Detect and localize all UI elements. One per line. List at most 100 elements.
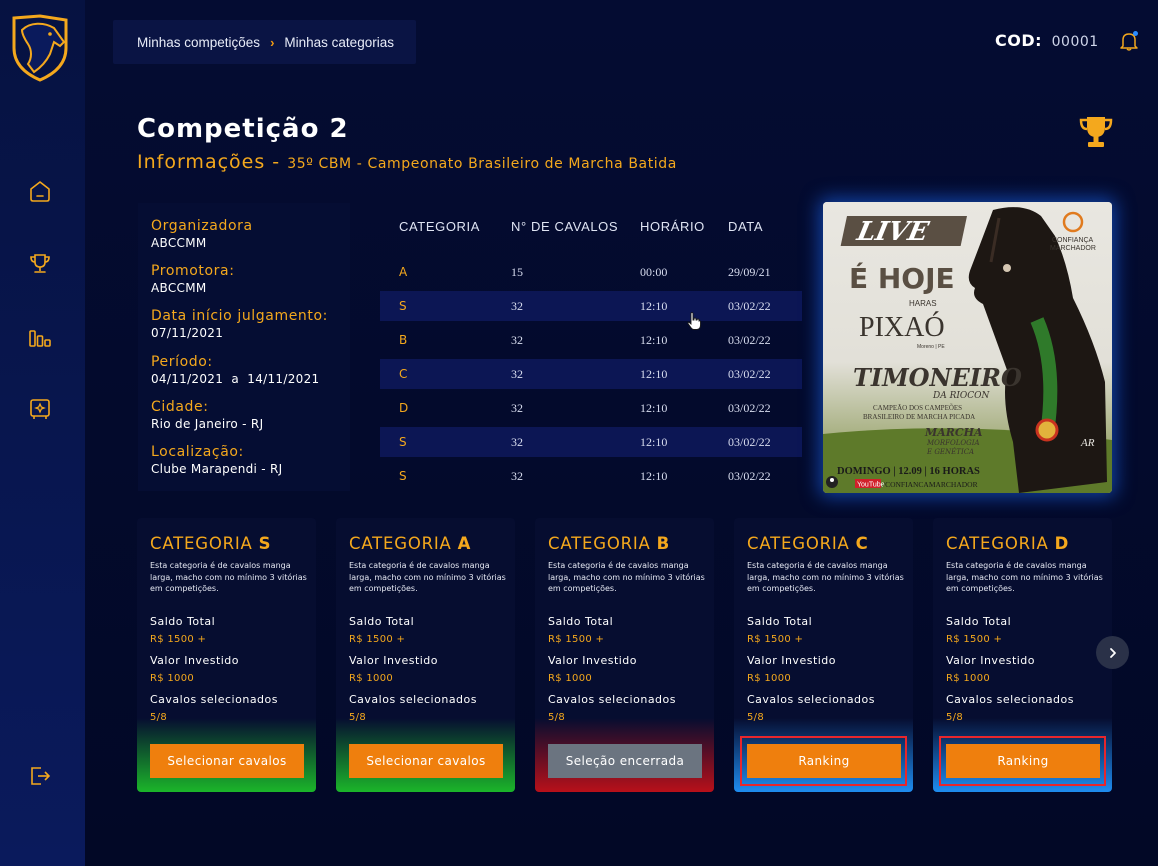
- info-city: Cidade: Rio de Janeiro - RJ: [151, 399, 263, 431]
- card-selected-label: Cavalos selecionados: [548, 693, 676, 706]
- card-selected-value: 5/8: [150, 712, 167, 723]
- table-row[interactable]: C 32 12:10 03/02/22: [380, 359, 802, 389]
- poster-date-line: DOMINGO | 12.09 | 16 HORAS: [837, 466, 980, 477]
- notification-bell-icon[interactable]: [1118, 30, 1140, 52]
- card-title-letter: D: [1054, 534, 1070, 553]
- breadcrumb-categories-link[interactable]: Minhas categorias: [284, 35, 394, 50]
- column-header-time: HORÁRIO: [640, 219, 705, 234]
- cell-category: A: [399, 265, 408, 279]
- cell-horses: 15: [511, 265, 523, 279]
- card-selected-label: Cavalos selecionados: [349, 693, 477, 706]
- trophy-icon[interactable]: [1078, 115, 1114, 149]
- select-horses-button[interactable]: Selecionar cavalos: [150, 744, 304, 778]
- subtitle-label: Informações -: [137, 151, 281, 173]
- info-label: Localização:: [151, 444, 244, 460]
- select-horses-button[interactable]: Selecionar cavalos: [349, 744, 503, 778]
- cell-horses: 32: [511, 367, 523, 381]
- category-card-d[interactable]: CATEGORIA D Esta categoria é de cavalos …: [933, 518, 1112, 792]
- safe-icon[interactable]: [27, 396, 53, 422]
- breadcrumb-competitions-link[interactable]: Minhas competições: [137, 35, 260, 50]
- cell-time: 12:10: [640, 367, 668, 381]
- table-row[interactable]: B 32 12:10 03/02/22: [380, 325, 802, 355]
- logout-icon[interactable]: [27, 763, 53, 789]
- poster-today-text: É HOJE: [849, 261, 955, 295]
- card-title-letter: A: [457, 534, 472, 553]
- category-card-s[interactable]: CATEGORIA S Esta categoria é de cavalos …: [137, 518, 316, 792]
- info-value: ABCCMM: [151, 281, 207, 295]
- carousel-next-button[interactable]: [1096, 636, 1129, 669]
- info-label: Promotora:: [151, 263, 235, 279]
- breadcrumb-separator-icon: ›: [270, 34, 275, 50]
- card-description: Esta categoria é de cavalos manga larga,…: [548, 561, 705, 593]
- cell-date: 03/02/22: [728, 401, 771, 415]
- info-location: Localização: Clube Marapendi - RJ: [151, 444, 283, 476]
- home-icon[interactable]: [27, 178, 53, 204]
- card-title-letter: S: [258, 534, 272, 553]
- cod-display: COD: 00001: [995, 31, 1099, 50]
- info-judging-start: Data início julgamento: 07/11/2021: [151, 308, 328, 340]
- card-description: Esta categoria é de cavalos manga larga,…: [150, 561, 307, 593]
- table-row[interactable]: S 32 12:10 03/02/22: [380, 291, 802, 321]
- info-label: Data início julgamento:: [151, 308, 328, 324]
- category-card-c[interactable]: CATEGORIA C Esta categoria é de cavalos …: [734, 518, 913, 792]
- info-label: Cidade:: [151, 399, 209, 415]
- chart-icon[interactable]: [27, 325, 53, 351]
- poster-horse-sub: DA RIOCON: [932, 391, 991, 401]
- poster-marcha2: MORFOLOGIA: [926, 439, 980, 447]
- card-title: CATEGORIA A: [349, 534, 471, 553]
- poster-desc2: BRASILEIRO DE MARCHA PICADA: [863, 413, 975, 421]
- card-balance-label: Saldo Total: [747, 615, 813, 628]
- info-value: Clube Marapendi - RJ: [151, 462, 283, 476]
- poster-place-text: Moreno | PE: [917, 344, 945, 350]
- table-row[interactable]: A 15 00:00 29/09/21: [380, 257, 802, 287]
- category-card-a[interactable]: CATEGORIA A Esta categoria é de cavalos …: [336, 518, 515, 792]
- chevron-right-icon: [1109, 647, 1116, 658]
- cod-label: COD:: [995, 31, 1043, 50]
- card-invested-value: R$ 1000: [946, 673, 991, 684]
- live-promo-banner[interactable]: LIVE É HOJE HARAS PIXAÓ Moreno | PE TIMO…: [823, 202, 1112, 493]
- poster-live-text: LIVE: [853, 216, 932, 247]
- page-subtitle: Informações - 35º CBM - Campeonato Brasi…: [137, 151, 677, 173]
- info-value: Rio de Janeiro - RJ: [151, 417, 264, 431]
- card-selected-value: 5/8: [548, 712, 565, 723]
- cell-date: 03/02/22: [728, 367, 771, 381]
- cell-category: S: [399, 299, 407, 313]
- page-title: Competição 2: [137, 114, 349, 144]
- sidebar: [0, 0, 85, 866]
- ranking-button[interactable]: Ranking: [946, 744, 1100, 778]
- card-invested-value: R$ 1000: [150, 673, 195, 684]
- table-row[interactable]: S 32 12:10 03/02/22: [380, 461, 802, 491]
- card-title-letter: B: [656, 534, 671, 553]
- table-row[interactable]: S 32 12:10 03/02/22: [380, 427, 802, 457]
- cell-date: 03/02/22: [728, 469, 771, 483]
- card-description: Esta categoria é de cavalos manga larga,…: [349, 561, 506, 593]
- card-title-prefix: CATEGORIA: [349, 534, 458, 553]
- poster-signature: AR: [1080, 437, 1095, 449]
- poster-marcha3: E GENÉTICA: [926, 447, 974, 456]
- info-label: Período:: [151, 354, 213, 370]
- column-header-horses: N° DE CAVALOS: [511, 219, 619, 234]
- poster-horse-name: TIMONEIRO: [853, 363, 1022, 392]
- column-header-date: DATA: [728, 219, 764, 234]
- pointer-cursor-icon: [687, 312, 701, 330]
- poster-brand-text: PIXAÓ: [859, 312, 945, 343]
- cell-time: 12:10: [640, 401, 668, 415]
- card-title-prefix: CATEGORIA: [548, 534, 657, 553]
- table-row[interactable]: D 32 12:10 03/02/22: [380, 393, 802, 423]
- breadcrumb: Minhas competições › Minhas categorias: [113, 20, 416, 64]
- info-value: ABCCMM: [151, 236, 207, 250]
- trophy-icon[interactable]: [27, 251, 53, 277]
- subtitle-detail: 35º CBM - Campeonato Brasileiro de March…: [287, 156, 677, 172]
- info-value: 04/11/2021 a 14/11/2021: [151, 372, 320, 386]
- card-description: Esta categoria é de cavalos manga larga,…: [946, 561, 1103, 593]
- card-selected-label: Cavalos selecionados: [946, 693, 1074, 706]
- card-selected-value: 5/8: [946, 712, 963, 723]
- cell-horses: 32: [511, 401, 523, 415]
- horse-logo-icon[interactable]: [10, 14, 70, 82]
- card-invested-label: Valor Investido: [349, 654, 439, 667]
- category-card-b[interactable]: CATEGORIA B Esta categoria é de cavalos …: [535, 518, 714, 792]
- card-title-prefix: CATEGORIA: [946, 534, 1055, 553]
- card-balance-label: Saldo Total: [946, 615, 1012, 628]
- cell-category: C: [399, 367, 408, 381]
- ranking-button[interactable]: Ranking: [747, 744, 901, 778]
